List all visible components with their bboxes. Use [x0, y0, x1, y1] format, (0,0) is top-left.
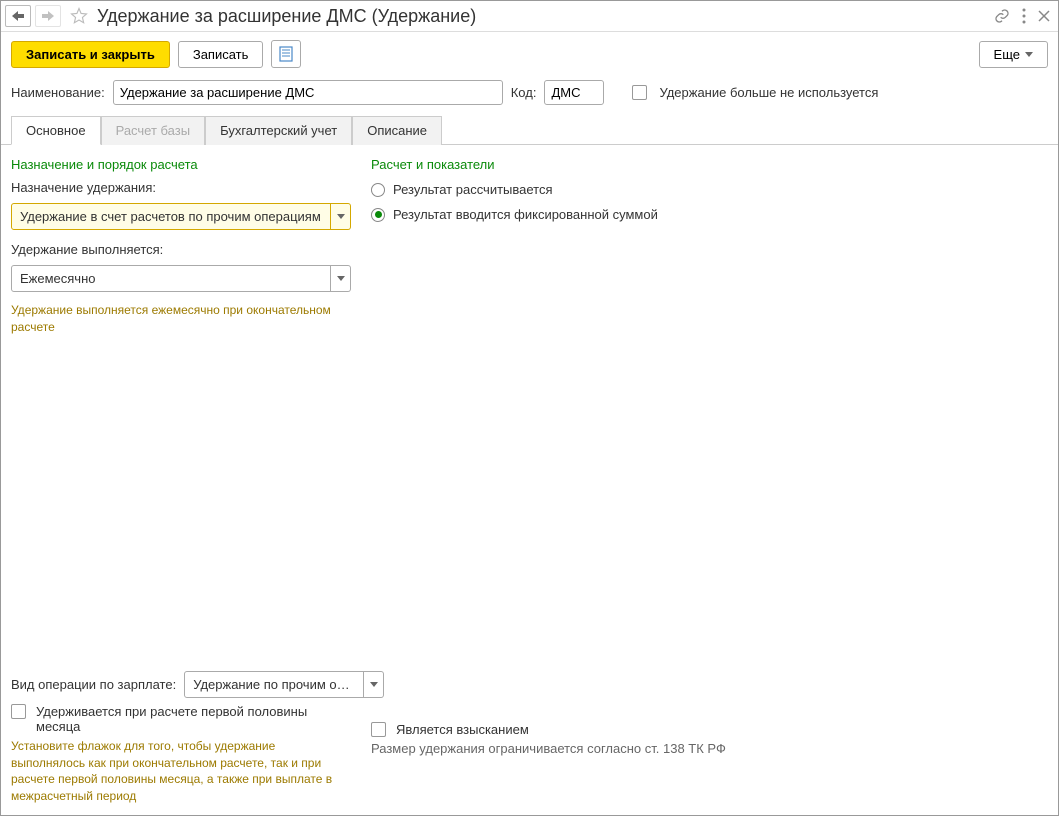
- right-section-title: Расчет и показатели: [371, 157, 1048, 172]
- code-input[interactable]: [544, 80, 604, 105]
- first-half-checkbox[interactable]: [11, 704, 26, 719]
- tab-base[interactable]: Расчет базы: [101, 116, 206, 145]
- chevron-down-icon[interactable]: [364, 671, 384, 698]
- exec-hint: Удержание выполняется ежемесячно при око…: [11, 302, 351, 336]
- not-used-checkbox[interactable]: [632, 85, 647, 100]
- favorite-icon[interactable]: [69, 6, 89, 26]
- penalty-checkbox[interactable]: [371, 722, 386, 737]
- first-half-label: Удерживается при расчете первой половины…: [36, 704, 351, 734]
- chevron-down-icon[interactable]: [331, 265, 351, 292]
- purpose-select[interactable]: Удержание в счет расчетов по прочим опер…: [11, 203, 351, 230]
- save-button[interactable]: Записать: [178, 41, 264, 68]
- left-section-title: Назначение и порядок расчета: [11, 157, 351, 172]
- op-select[interactable]: Удержание по прочим операциям: [184, 671, 384, 698]
- tab-accounting[interactable]: Бухгалтерский учет: [205, 116, 352, 145]
- name-label: Наименование:: [11, 85, 105, 100]
- chevron-down-icon[interactable]: [331, 203, 351, 230]
- radio-calculated[interactable]: [371, 183, 385, 197]
- purpose-label: Назначение удержания:: [11, 180, 351, 195]
- tab-main[interactable]: Основное: [11, 116, 101, 145]
- radio-fixed[interactable]: [371, 208, 385, 222]
- exec-label: Удержание выполняется:: [11, 242, 351, 257]
- code-label: Код:: [511, 85, 537, 100]
- nav-forward-button[interactable]: [35, 5, 61, 27]
- radio-fixed-label: Результат вводится фиксированной суммой: [393, 207, 658, 222]
- first-half-hint: Установите флажок для того, чтобы удержа…: [11, 738, 351, 805]
- report-icon-button[interactable]: [271, 40, 301, 68]
- window-title: Удержание за расширение ДМС (Удержание): [97, 6, 990, 27]
- penalty-note: Размер удержания ограничивается согласно…: [371, 741, 1048, 756]
- radio-calculated-label: Результат рассчитывается: [393, 182, 553, 197]
- exec-select[interactable]: Ежемесячно: [11, 265, 351, 292]
- penalty-label: Является взысканием: [396, 722, 529, 737]
- save-and-close-button[interactable]: Записать и закрыть: [11, 41, 170, 68]
- tab-description[interactable]: Описание: [352, 116, 442, 145]
- name-input[interactable]: [113, 80, 503, 105]
- op-label: Вид операции по зарплате:: [11, 677, 176, 692]
- not-used-label: Удержание больше не используется: [659, 85, 878, 100]
- nav-back-button[interactable]: [5, 5, 31, 27]
- link-icon[interactable]: [994, 8, 1010, 24]
- close-icon[interactable]: [1038, 10, 1050, 22]
- more-button[interactable]: Еще: [979, 41, 1048, 68]
- menu-icon[interactable]: [1022, 8, 1026, 24]
